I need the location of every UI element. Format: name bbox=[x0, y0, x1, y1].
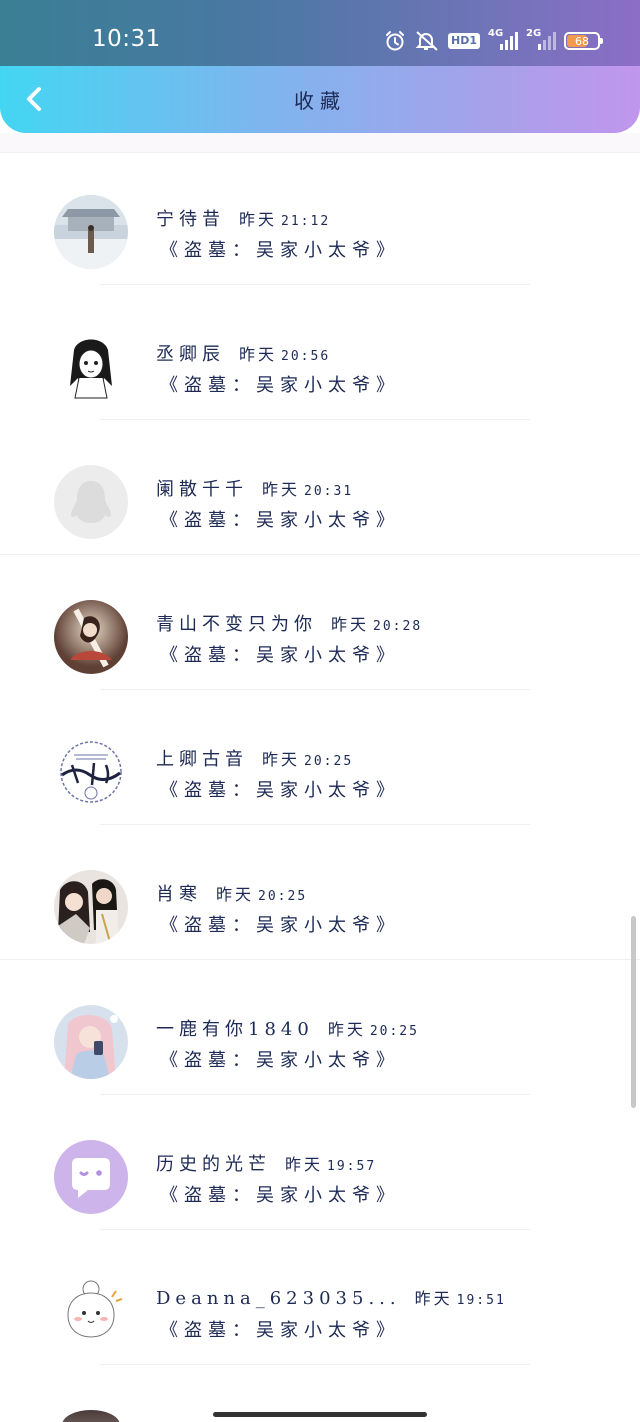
date-label: 昨天 bbox=[262, 750, 301, 769]
battery-icon: 68 bbox=[564, 32, 603, 50]
favorite-item[interactable]: 肖寒 昨天 20:25 《盗墓：吴家小太爷》 bbox=[0, 825, 640, 960]
hd-icon: HD1 bbox=[448, 28, 480, 54]
avatar[interactable] bbox=[54, 1275, 128, 1349]
favorite-item[interactable]: 历史的光芒 昨天 19:57 《盗墓：吴家小太爷》 bbox=[0, 1095, 640, 1230]
time-label: 21:12 bbox=[281, 214, 331, 229]
time-label: 19:57 bbox=[327, 1159, 377, 1174]
date-label: 昨天 bbox=[239, 345, 278, 364]
avatar[interactable] bbox=[54, 735, 128, 809]
cartoon-bunny-avatar bbox=[54, 1275, 128, 1349]
avatar[interactable] bbox=[54, 1005, 128, 1079]
item-meta: 上卿古音 昨天 20:25 bbox=[156, 745, 353, 771]
username[interactable]: 肖寒 bbox=[156, 880, 202, 906]
favorite-title[interactable]: 《盗墓：吴家小太爷》 bbox=[160, 371, 400, 397]
username[interactable]: 历史的光芒 bbox=[156, 1150, 271, 1176]
time-label: 20:25 bbox=[258, 889, 308, 904]
date-label: 昨天 bbox=[216, 885, 255, 904]
avatar[interactable] bbox=[54, 330, 128, 404]
4g-signal-icon: 4G bbox=[488, 28, 518, 52]
partial-avatar bbox=[62, 1410, 120, 1422]
item-meta: 宁待昔 昨天 21:12 bbox=[156, 205, 330, 231]
divider bbox=[100, 1364, 530, 1365]
page-title: 收藏 bbox=[294, 89, 346, 113]
time-label: 20:25 bbox=[304, 754, 354, 769]
favorite-item[interactable]: 阑散千千 昨天 20:31 《盗墓：吴家小太爷》 bbox=[0, 420, 640, 555]
item-meta: 青山不变只为你 昨天 20:28 bbox=[156, 610, 422, 636]
favorite-title[interactable]: 《盗墓：吴家小太爷》 bbox=[160, 236, 400, 262]
item-meta: 历史的光芒 昨天 19:57 bbox=[156, 1150, 376, 1176]
favorite-title[interactable]: 《盗墓：吴家小太爷》 bbox=[160, 911, 400, 937]
item-meta: 肖寒 昨天 20:25 bbox=[156, 880, 307, 906]
favorite-title[interactable]: 《盗墓：吴家小太爷》 bbox=[160, 1181, 400, 1207]
status-time: 10:31 bbox=[92, 26, 161, 52]
favorite-item[interactable]: 一鹿有你1840 昨天 20:25 《盗墓：吴家小太爷》 bbox=[0, 960, 640, 1095]
home-indicator[interactable] bbox=[213, 1412, 427, 1417]
username[interactable]: 青山不变只为你 bbox=[156, 610, 317, 636]
time-label: 20:31 bbox=[304, 484, 354, 499]
favorite-item[interactable]: Deanna_623035... 昨天 19:51 《盗墓：吴家小太爷》 bbox=[0, 1230, 640, 1365]
manga-girl-avatar bbox=[54, 330, 128, 404]
username[interactable]: 宁待昔 bbox=[156, 205, 225, 231]
status-bar: 10:31 HD1 4G 2G 68 bbox=[0, 0, 640, 66]
header-bar: 收藏 bbox=[0, 66, 640, 133]
username[interactable]: 阑散千千 bbox=[156, 475, 248, 501]
favorite-title[interactable]: 《盗墓：吴家小太爷》 bbox=[160, 776, 400, 802]
item-meta: 丞卿辰 昨天 20:56 bbox=[156, 340, 330, 366]
time-label: 20:56 bbox=[281, 349, 331, 364]
date-label: 昨天 bbox=[414, 1289, 453, 1308]
favorite-item[interactable]: 青山不变只为你 昨天 20:28 《盗墓：吴家小太爷》 bbox=[0, 555, 640, 690]
avatar[interactable] bbox=[54, 870, 128, 944]
favorite-item[interactable]: 丞卿辰 昨天 20:56 《盗墓：吴家小太爷》 bbox=[0, 285, 640, 420]
scrollbar[interactable] bbox=[631, 916, 636, 1108]
date-label: 昨天 bbox=[262, 480, 301, 499]
snow-scene-avatar bbox=[54, 195, 128, 269]
mute-icon bbox=[414, 28, 440, 54]
avatar[interactable] bbox=[54, 195, 128, 269]
item-meta: Deanna_623035... 昨天 19:51 bbox=[156, 1285, 506, 1309]
status-icons: HD1 4G 2G 68 bbox=[384, 28, 603, 54]
alarm-icon bbox=[384, 28, 406, 54]
time-label: 19:51 bbox=[456, 1293, 506, 1308]
time-label: 20:25 bbox=[369, 1024, 419, 1039]
username[interactable]: Deanna_623035... bbox=[156, 1288, 401, 1309]
date-label: 昨天 bbox=[327, 1020, 366, 1039]
ancient-beauty-avatar bbox=[54, 600, 128, 674]
hanfu-couple-avatar bbox=[54, 870, 128, 944]
default-penguin-avatar bbox=[54, 465, 128, 539]
date-label: 昨天 bbox=[285, 1155, 324, 1174]
username[interactable]: 一鹿有你1840 bbox=[156, 1015, 314, 1041]
chat-bubble-avatar bbox=[54, 1140, 128, 1214]
date-label: 昨天 bbox=[239, 210, 278, 229]
phone-girl-avatar bbox=[54, 1005, 128, 1079]
favorite-title[interactable]: 《盗墓：吴家小太爷》 bbox=[160, 1046, 400, 1072]
favorites-list: 宁待昔 昨天 21:12 《盗墓：吴家小太爷》 丞卿辰 昨天 20:56 《盗墓：吴家小太爷》… bbox=[0, 150, 640, 1365]
favorite-title[interactable]: 《盗墓：吴家小太爷》 bbox=[160, 506, 400, 532]
item-meta: 一鹿有你1840 昨天 20:25 bbox=[156, 1015, 419, 1041]
favorite-item[interactable]: 上卿古音 昨天 20:25 《盗墓：吴家小太爷》 bbox=[0, 690, 640, 825]
calligraphy-seal-avatar bbox=[54, 735, 128, 809]
2g-signal-icon: 2G bbox=[526, 28, 556, 52]
avatar[interactable] bbox=[54, 465, 128, 539]
time-label: 20:28 bbox=[373, 619, 423, 634]
avatar[interactable] bbox=[54, 600, 128, 674]
favorite-title[interactable]: 《盗墓：吴家小太爷》 bbox=[160, 1316, 400, 1342]
favorite-item[interactable]: 宁待昔 昨天 21:12 《盗墓：吴家小太爷》 bbox=[0, 150, 640, 285]
username[interactable]: 上卿古音 bbox=[156, 745, 248, 771]
item-meta: 阑散千千 昨天 20:31 bbox=[156, 475, 353, 501]
username[interactable]: 丞卿辰 bbox=[156, 340, 225, 366]
avatar[interactable] bbox=[54, 1140, 128, 1214]
favorite-title[interactable]: 《盗墓：吴家小太爷》 bbox=[160, 641, 400, 667]
date-label: 昨天 bbox=[331, 615, 370, 634]
